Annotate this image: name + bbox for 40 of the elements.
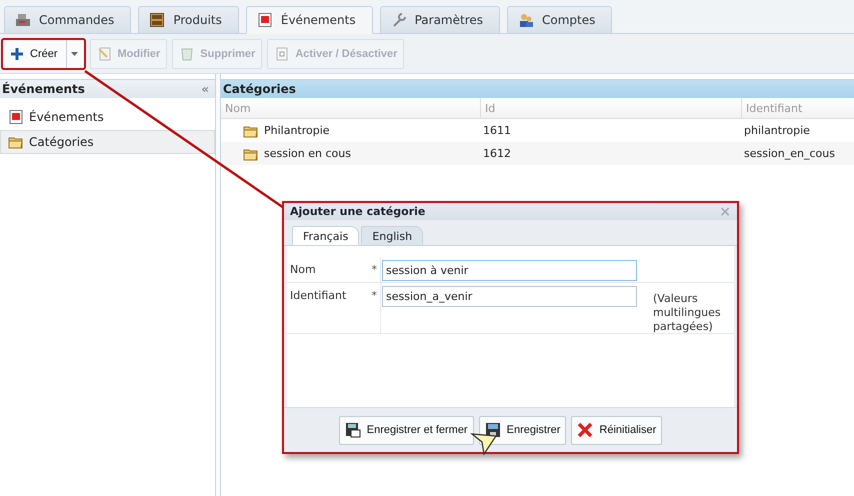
panel-title: Catégories (223, 82, 296, 96)
users-icon (518, 12, 534, 28)
page-icon (274, 46, 290, 62)
field-label: Nom (290, 263, 316, 276)
dialog-button[interactable]: Enregistrer (478, 416, 566, 444)
caret-icon[interactable] (70, 52, 78, 56)
required-mark: * (372, 263, 377, 276)
field-label: Identifiant (290, 289, 346, 304)
language-tab[interactable]: English (361, 226, 424, 245)
tab[interactable]: Comptes (507, 6, 612, 33)
shelf-icon (149, 12, 166, 28)
input-field[interactable]: session à venir (382, 260, 637, 281)
tab[interactable]: Événements (246, 6, 373, 34)
cross-icon (577, 422, 594, 438)
cash-register-icon (15, 12, 31, 28)
sidebar-item[interactable]: Catégories (0, 130, 215, 154)
dialog-button[interactable]: Enregistrer et fermer (338, 416, 474, 444)
notepad-icon (96, 46, 113, 62)
table-cell: 1612 (480, 142, 741, 165)
tab[interactable]: Paramètres (380, 6, 500, 33)
save-close-icon (344, 422, 361, 438)
calendar-icon (256, 12, 273, 28)
field-note: (Valeurs multilingues partagées) (652, 291, 722, 334)
wrench-icon (390, 12, 407, 28)
trash-icon (179, 46, 196, 62)
dialog-button[interactable]: Réinitialiser (571, 416, 662, 444)
table-cell: session en cous (221, 142, 480, 165)
toolbar-button[interactable]: Créer (2, 38, 85, 68)
sidebar-item[interactable]: Événements (0, 105, 215, 129)
input-field[interactable]: session_a_venir (382, 286, 637, 307)
tab[interactable]: Produits (138, 6, 239, 33)
dialog-title: Ajouter une catégorie (290, 205, 426, 218)
table-cell: session_en_cous (741, 142, 854, 165)
plus-icon (9, 46, 25, 62)
panel-title: Événements (2, 82, 85, 96)
required-mark: * (372, 289, 377, 304)
calendar-icon (8, 109, 24, 125)
cursor-icon (470, 432, 498, 456)
tab[interactable]: Commandes (4, 6, 132, 33)
language-tab[interactable]: Français (292, 226, 360, 245)
